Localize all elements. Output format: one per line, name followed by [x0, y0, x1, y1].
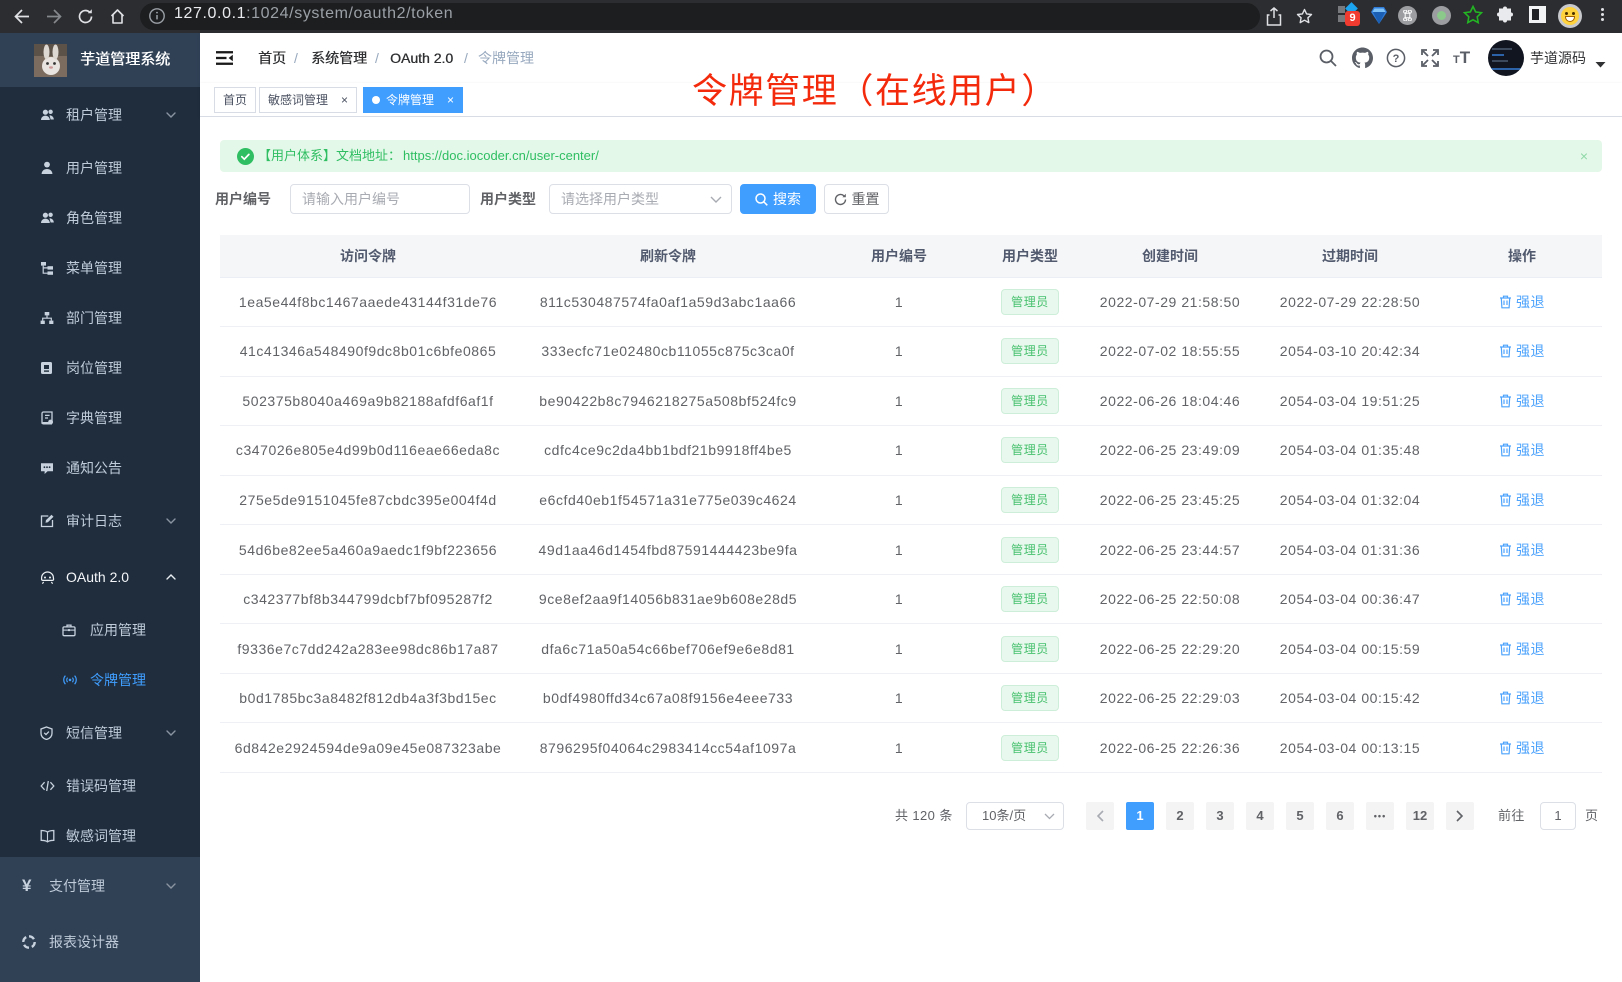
- svg-text:?: ?: [1393, 53, 1400, 65]
